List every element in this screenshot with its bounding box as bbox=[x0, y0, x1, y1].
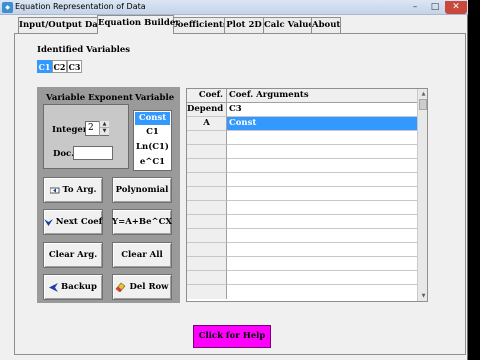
grid-header-args[interactable]: Coef. Arguments bbox=[227, 89, 417, 103]
integer-label: Integer bbox=[52, 125, 88, 135]
chevron-down-icon bbox=[43, 218, 53, 227]
variable-option-ln-c1[interactable]: Ln(C1) bbox=[135, 141, 170, 154]
grid-vertical-scrollbar[interactable]: ▲ ▼ bbox=[417, 89, 427, 301]
app-icon: ◆ bbox=[2, 2, 13, 13]
grid-empty-cell[interactable] bbox=[227, 187, 417, 201]
grid-empty-cell[interactable] bbox=[187, 145, 227, 159]
grid-empty-cell[interactable] bbox=[187, 173, 227, 187]
to-arg-button[interactable]: To Arg. bbox=[43, 177, 103, 203]
grid-cell-args[interactable]: C3 bbox=[227, 103, 417, 117]
grid-empty-cell[interactable] bbox=[227, 229, 417, 243]
grid-empty-cell[interactable] bbox=[187, 257, 227, 271]
variable-option-c1[interactable]: C1 bbox=[135, 126, 170, 139]
grid-empty-cell[interactable] bbox=[187, 215, 227, 229]
grid-empty-cell[interactable] bbox=[227, 257, 417, 271]
eraser-icon bbox=[115, 282, 126, 292]
grid-empty-cell[interactable] bbox=[227, 285, 417, 299]
polynomial-button[interactable]: Polynomial bbox=[112, 177, 172, 203]
variable-list[interactable]: Const C1 Ln(C1) e^C1 bbox=[133, 110, 172, 171]
help-button[interactable]: Click for Help bbox=[193, 325, 271, 348]
grid-empty-cell[interactable] bbox=[187, 229, 227, 243]
grid-empty-cell[interactable] bbox=[187, 187, 227, 201]
grid-empty-cell[interactable] bbox=[227, 201, 417, 215]
spin-up-icon[interactable]: ▲ bbox=[100, 121, 109, 128]
grid-empty-cell[interactable] bbox=[187, 243, 227, 257]
clear-all-label: Clear All bbox=[121, 250, 163, 260]
next-coef-button[interactable]: Next Coef bbox=[43, 209, 103, 235]
to-arg-label: To Arg. bbox=[62, 185, 97, 195]
variable-option-const[interactable]: Const bbox=[135, 112, 170, 125]
grid-empty-cell[interactable] bbox=[187, 159, 227, 173]
grid-empty-cell[interactable] bbox=[227, 159, 417, 173]
grid-empty-cell[interactable] bbox=[227, 215, 417, 229]
grid-empty-cell[interactable] bbox=[227, 271, 417, 285]
del-row-label: Del Row bbox=[129, 282, 169, 292]
variable-exponent-heading: Variable Exponent bbox=[46, 93, 133, 103]
exponential-form-label: Y=A+Be^CX bbox=[112, 217, 172, 227]
backup-label: Backup bbox=[61, 282, 97, 292]
spin-down-icon[interactable]: ▼ bbox=[100, 128, 109, 135]
tab-about[interactable]: About bbox=[311, 17, 341, 33]
polynomial-label: Polynomial bbox=[115, 185, 169, 195]
grid-empty-cell[interactable] bbox=[187, 131, 227, 145]
exponential-form-button[interactable]: Y=A+Be^CX bbox=[112, 209, 172, 235]
variable-chip-c2[interactable]: C2 bbox=[52, 60, 67, 73]
tab-calc-value[interactable]: Calc Value bbox=[263, 17, 314, 33]
next-coef-label: Next Coef bbox=[55, 217, 103, 227]
variable-option-exp-c1[interactable]: e^C1 bbox=[135, 156, 170, 169]
grid-empty-cell[interactable] bbox=[187, 201, 227, 215]
scroll-thumb[interactable] bbox=[419, 99, 427, 110]
tab-plot-2d[interactable]: Plot 2D bbox=[224, 17, 264, 33]
tab-input-output-data[interactable]: Input/Output Data bbox=[18, 17, 107, 33]
grid-empty-cell[interactable] bbox=[227, 131, 417, 145]
app-window: ◆ Equation Representation of Data – □ ✕ … bbox=[0, 0, 468, 360]
identified-variables-label: Identified Variables bbox=[37, 45, 131, 55]
close-icon[interactable]: ✕ bbox=[445, 1, 467, 14]
clear-arg-label: Clear Arg. bbox=[48, 250, 98, 260]
grid-empty-cell[interactable] bbox=[227, 145, 417, 159]
variable-chip-c1[interactable]: C1 bbox=[37, 60, 52, 73]
grid-cell-args-selected[interactable]: Const bbox=[227, 117, 417, 131]
clear-all-button[interactable]: Clear All bbox=[112, 242, 172, 268]
grid-header-coef[interactable]: Coef. bbox=[187, 89, 227, 103]
backup-button[interactable]: Backup bbox=[43, 274, 103, 300]
tab-equation-builder[interactable]: Equation Builder bbox=[97, 15, 180, 34]
grid-empty-cell[interactable] bbox=[187, 271, 227, 285]
title-bar[interactable]: ◆ Equation Representation of Data – □ ✕ bbox=[0, 0, 468, 15]
clear-arg-button[interactable]: Clear Arg. bbox=[43, 242, 103, 268]
grid-cell-coef[interactable]: A bbox=[187, 117, 227, 131]
coefficient-grid[interactable]: Coef. Coef. Arguments Depend C3 A Const … bbox=[186, 88, 428, 302]
scroll-down-icon[interactable]: ▼ bbox=[419, 291, 427, 301]
grid-empty-cell[interactable] bbox=[227, 243, 417, 257]
doc-field[interactable] bbox=[73, 146, 113, 160]
arrow-left-icon bbox=[49, 282, 59, 292]
arrow-right-icon bbox=[49, 186, 60, 195]
grid-empty-cell[interactable] bbox=[187, 285, 227, 299]
variable-chip-c3[interactable]: C3 bbox=[67, 60, 82, 73]
doc-label: Doc. bbox=[53, 149, 75, 159]
del-row-button[interactable]: Del Row bbox=[112, 274, 172, 300]
maximize-icon[interactable]: □ bbox=[425, 1, 445, 14]
variable-heading: Variable bbox=[135, 93, 175, 103]
window-title: Equation Representation of Data bbox=[15, 2, 146, 11]
minimize-icon[interactable]: – bbox=[405, 1, 425, 14]
integer-spinner-arrows: ▲ ▼ bbox=[99, 121, 109, 136]
scroll-up-icon[interactable]: ▲ bbox=[419, 89, 427, 99]
grid-empty-cell[interactable] bbox=[227, 173, 417, 187]
grid-cell-coef[interactable]: Depend bbox=[187, 103, 227, 117]
